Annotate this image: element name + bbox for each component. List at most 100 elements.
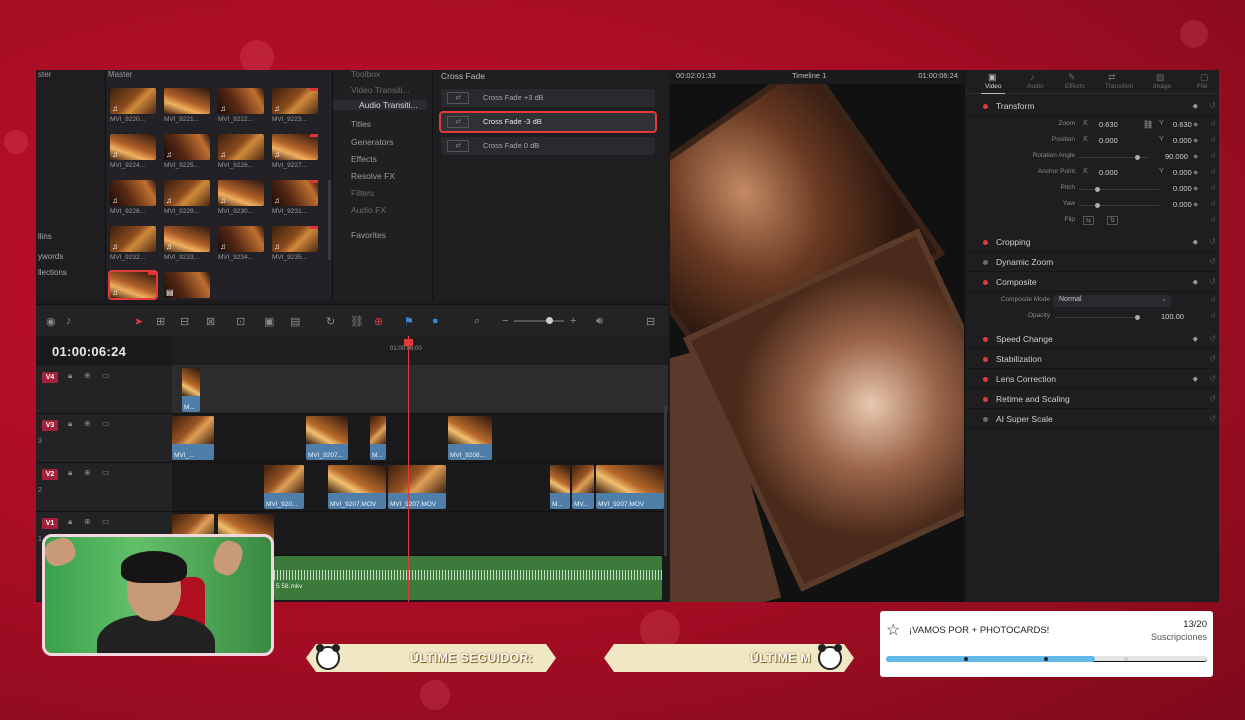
timeline-clip[interactable]: M... [550,465,570,509]
pitch-slider[interactable] [1079,187,1159,192]
media-clip[interactable]: ♫ MVI_9230... [218,180,264,220]
media-clip[interactable]: ♫ MVI_9220... [110,88,156,128]
section-retime-scaling[interactable]: Retime and Scaling ↺ [965,391,1219,409]
bin-item[interactable]: llections [36,268,67,277]
timeline-clip[interactable]: MVI_9207... [306,416,348,460]
reset-icon[interactable]: ↺ [1209,237,1216,246]
zoom-icon[interactable]: ⌕ [474,315,480,328]
keyframe-icon[interactable]: ◆ [1193,137,1198,144]
keyframe-icon[interactable]: ◆ [1193,121,1198,128]
tab-image[interactable]: ▧ Image [1153,72,1171,90]
reset-icon[interactable]: ↺ [1210,152,1216,160]
reset-icon[interactable]: ↺ [1209,257,1216,266]
mic-icon[interactable]: ♪ [66,315,72,327]
fx-category-favorites[interactable]: Favorites [351,230,386,240]
blade-tool-icon[interactable]: ⊠ [206,315,215,328]
track-badge[interactable]: V1 [42,518,58,529]
media-clip[interactable]: MVI_9221... [164,88,210,128]
fx-item[interactable]: ⇄ Cross Fade -3 dB [439,111,657,133]
media-clip[interactable]: ♫ MVI_9231... [272,180,318,220]
flip-horizontal-icon[interactable]: ⇆ [1083,216,1095,225]
reset-icon[interactable]: ↺ [1210,216,1216,224]
reset-icon[interactable]: ↺ [1209,374,1216,383]
selection-tool-icon[interactable]: ➤ [134,315,143,328]
section-speed-change[interactable]: Speed Change ◆ ↺ [965,331,1219,349]
monitor-icon[interactable]: ▭ [102,371,110,380]
insert-icon[interactable]: ⊡ [236,315,245,328]
rotation-slider[interactable] [1079,155,1149,160]
media-clip[interactable]: ♫ MVI_9223... [272,88,318,128]
fx-category-resolve-fx[interactable]: Resolve FX [351,171,395,181]
reset-icon[interactable]: ↺ [1209,334,1216,343]
keyframe-icon[interactable]: ◆ [1193,278,1198,286]
enable-toggle[interactable] [983,280,988,285]
timeline-clip[interactable]: MVI_9207.MOV [596,465,664,509]
media-pool-scrollbar[interactable] [328,180,331,260]
enable-toggle[interactable] [983,337,988,342]
zoom-out-icon[interactable]: − [502,315,508,327]
media-clip[interactable]: ♫ MVI_9232... [110,226,156,266]
trim-tool-icon[interactable]: ⊞ [156,315,165,328]
reset-icon[interactable]: ↺ [1209,101,1216,110]
bin-item[interactable]: ywords [36,252,63,261]
zoom-in-icon[interactable]: + [570,315,576,327]
opacity-field[interactable]: 100.00 [1161,312,1184,321]
zoom-slider[interactable] [514,317,564,324]
timeline-clip[interactable]: MVI_... [172,416,214,460]
section-cropping[interactable]: Cropping ◆ ↺ [965,234,1219,252]
fx-category-filters[interactable]: Filters [351,188,374,198]
auto-select-icon[interactable]: ⊕ [84,371,91,380]
reset-icon[interactable]: ↺ [1210,200,1216,208]
position-y-field[interactable]: 0.000 [1173,136,1192,145]
timeline-clip[interactable]: MVI_920... [264,465,304,509]
flag-icon[interactable]: ⚑ [404,315,414,328]
lock-icon[interactable]: 🔒︎ [68,419,72,429]
keyframe-icon[interactable]: ◆ [1193,335,1198,343]
section-transform[interactable]: Transform ◆ ↺ [965,98,1219,116]
monitor-icon[interactable]: ▭ [102,517,110,526]
keyframe-icon[interactable]: ◆ [1193,102,1198,110]
enable-toggle[interactable] [983,417,988,422]
tab-video[interactable]: ▣ Video [985,72,1002,90]
keyframe-icon[interactable]: ◆ [1193,201,1198,208]
media-clip[interactable]: ♫ MVI_9227... [272,134,318,174]
reset-icon[interactable]: ↺ [1210,296,1216,304]
zoom-x-field[interactable]: 0.630 [1099,120,1118,129]
tab-file[interactable]: ▢ File [1197,72,1209,90]
media-clip[interactable]: ♫ MVI_9226... [218,134,264,174]
rotation-field[interactable]: 90.000 [1165,152,1188,161]
viewer-timeline-name[interactable]: Timeline 1 [792,71,826,80]
opacity-slider[interactable] [1055,315,1140,320]
playhead[interactable] [404,336,413,602]
lock-icon[interactable]: 🔒︎ [68,517,72,527]
keyframe-icon[interactable]: ◆ [1193,185,1198,192]
media-clip[interactable]: ♫ MVI_9233... [164,226,210,266]
snapping-icon[interactable]: ↻ [326,315,335,328]
fullscreen-icon[interactable]: ⊟ [646,315,655,328]
fx-item[interactable]: ⇄ Cross Fade +3 dB [441,89,655,107]
monitor-icon[interactable]: ▭ [102,468,110,477]
media-clip[interactable]: ♫ MVI_9229... [164,180,210,220]
media-clip[interactable]: ♫ MVI_9235... [272,226,318,266]
reset-icon[interactable]: ↺ [1209,354,1216,363]
timeline-clip[interactable]: M... [182,368,200,412]
fx-category-audio-fx[interactable]: Audio FX [351,205,386,215]
section-ai-super-scale[interactable]: AI Super Scale ↺ [965,411,1219,429]
track-badge[interactable]: V2 [42,469,58,480]
fx-category-generators[interactable]: Generators [351,137,394,147]
media-clip[interactable]: ♫ MVI_9228... [110,180,156,220]
enable-toggle[interactable] [983,104,988,109]
yaw-field[interactable]: 0.000 [1173,200,1192,209]
keyframe-icon[interactable]: ◆ [1193,238,1198,246]
keyframe-icon[interactable]: ◆ [1193,375,1198,383]
timeline-ruler[interactable]: 01:00:06:00 [172,336,668,366]
media-clip[interactable]: ♫ MVI_9224... [110,134,156,174]
timeline-clip[interactable]: MVI_9207.MOV [328,465,386,509]
timeline-clip[interactable]: M... [370,416,386,460]
enable-toggle[interactable] [983,260,988,265]
pitch-field[interactable]: 0.000 [1173,184,1192,193]
reset-icon[interactable]: ↺ [1209,394,1216,403]
tab-effects[interactable]: ✎ Effects [1065,72,1085,90]
timeline-clip[interactable]: MVI_9208... [448,416,492,460]
auto-select-icon[interactable]: ⊕ [84,517,91,526]
